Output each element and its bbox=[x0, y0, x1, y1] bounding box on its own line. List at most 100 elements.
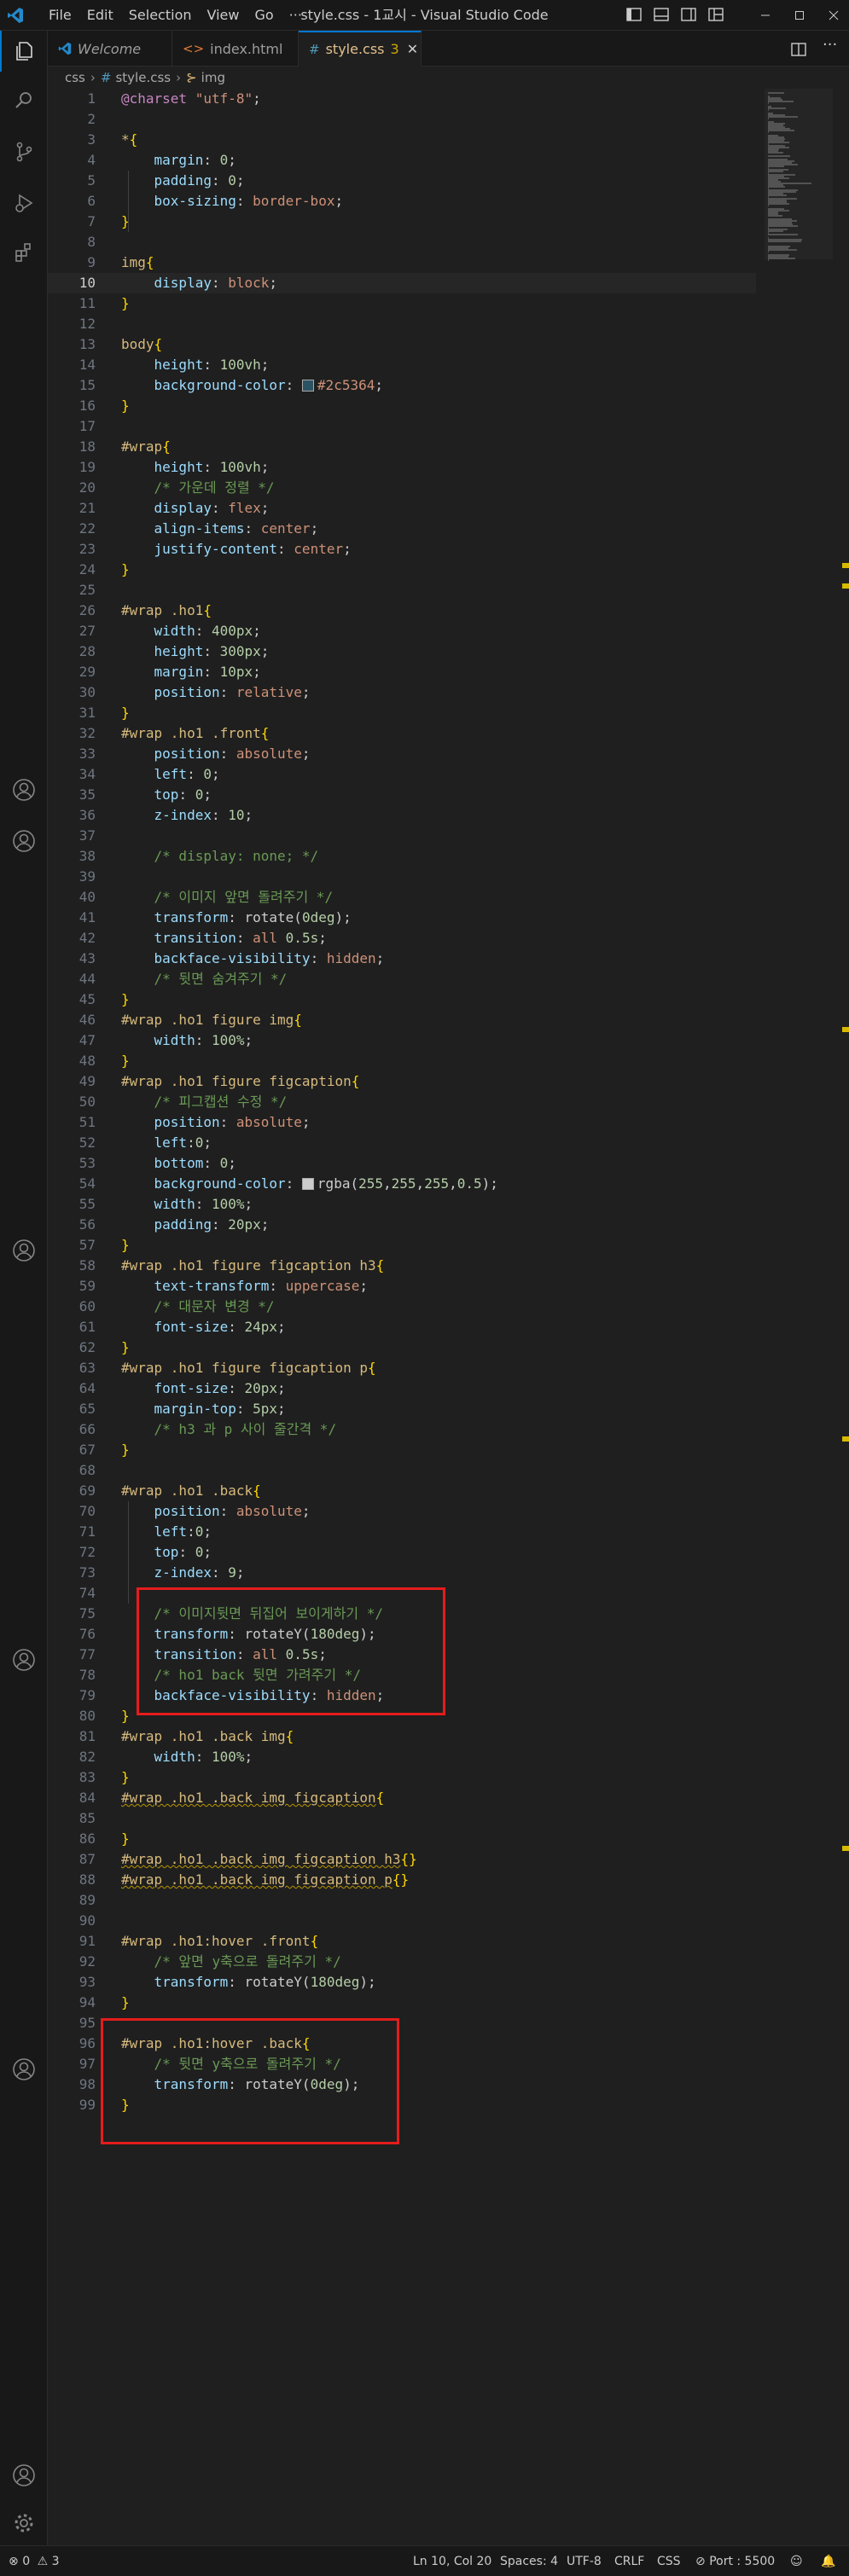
tab-welcome[interactable]: Welcome bbox=[48, 31, 172, 67]
code-line[interactable]: 72 top: 0; bbox=[48, 1542, 756, 1563]
code-line[interactable]: 28 height: 300px; bbox=[48, 641, 756, 662]
code-line[interactable]: 27 width: 400px; bbox=[48, 621, 756, 641]
tab-style-css[interactable]: # style.css 3 ✕ bbox=[299, 31, 422, 67]
bell-icon[interactable]: 🔔 bbox=[821, 2546, 835, 2576]
code-line[interactable]: 19 height: 100vh; bbox=[48, 457, 756, 478]
customize-layout-icon[interactable] bbox=[707, 5, 725, 24]
code-line[interactable]: 24} bbox=[48, 560, 756, 580]
tab-index-html[interactable]: <> index.html bbox=[172, 31, 299, 67]
code-line[interactable]: 22 align-items: center; bbox=[48, 519, 756, 539]
account-button-4[interactable] bbox=[0, 1639, 48, 1680]
code-line[interactable]: 52 left:0; bbox=[48, 1133, 756, 1153]
code-line[interactable]: 81 #wrap .ho1 .back img{ bbox=[48, 1726, 756, 1747]
menu-more[interactable]: ··· bbox=[282, 0, 310, 31]
code-line[interactable]: 8 bbox=[48, 232, 756, 252]
code-line[interactable]: 12 bbox=[48, 314, 756, 334]
code-line[interactable]: 3 *{ bbox=[48, 130, 756, 150]
code-editor[interactable]: 1 @charset "utf-8"; 2 3 *{4 margin: 0; 5 padd… bbox=[48, 89, 849, 2545]
account-button-5[interactable] bbox=[0, 2049, 48, 2090]
language-mode[interactable]: CSS bbox=[657, 2546, 681, 2576]
eol-status[interactable]: CRLF bbox=[614, 2546, 644, 2576]
cursor-position[interactable]: Ln 10, Col 20 bbox=[413, 2546, 491, 2576]
manage-button[interactable] bbox=[0, 2503, 48, 2544]
code-line[interactable]: 25 bbox=[48, 580, 756, 600]
code-line[interactable]: 47 width: 100%; bbox=[48, 1030, 756, 1051]
code-line[interactable]: 61 font-size: 24px; bbox=[48, 1317, 756, 1337]
code-line[interactable]: 60 /* 대문자 변경 */ bbox=[48, 1297, 756, 1317]
extensions-button[interactable] bbox=[0, 232, 48, 273]
problems-status[interactable]: ⊗ 0 ⚠ 3 bbox=[9, 2546, 60, 2576]
code-line[interactable]: 33 position: absolute; bbox=[48, 744, 756, 764]
minimize-button[interactable] bbox=[748, 0, 782, 31]
code-line[interactable]: 39 bbox=[48, 867, 756, 887]
breadcrumb-folder[interactable]: css bbox=[65, 70, 85, 85]
menu-selection[interactable]: Selection bbox=[121, 0, 200, 31]
code-line[interactable]: 37 bbox=[48, 826, 756, 846]
code-line[interactable]: 2 bbox=[48, 109, 756, 130]
code-line[interactable]: 4 margin: 0; bbox=[48, 150, 756, 171]
code-line[interactable]: 68 bbox=[48, 1460, 756, 1481]
color-swatch[interactable] bbox=[301, 380, 314, 392]
code-line[interactable]: 38 /* display: none; */ bbox=[48, 846, 756, 867]
code-line[interactable]: 10 display: block; bbox=[48, 273, 756, 293]
menu-file[interactable]: File bbox=[41, 0, 79, 31]
code-line[interactable]: 18 #wrap{ bbox=[48, 437, 756, 457]
account-button-3[interactable] bbox=[0, 1230, 48, 1271]
account-button-2[interactable] bbox=[0, 821, 48, 862]
code-line[interactable]: 16} bbox=[48, 396, 756, 416]
code-line[interactable]: 83} bbox=[48, 1767, 756, 1788]
code-line[interactable]: 91 #wrap .ho1:hover .front{ bbox=[48, 1931, 756, 1952]
code-line[interactable]: 23 justify-content: center; bbox=[48, 539, 756, 560]
menu-view[interactable]: View bbox=[200, 0, 247, 31]
code-line[interactable]: 59 text-transform: uppercase; bbox=[48, 1276, 756, 1297]
code-line[interactable]: 49 #wrap .ho1 figure figcaption{ bbox=[48, 1071, 756, 1092]
code-line[interactable]: 13 body{ bbox=[48, 334, 756, 355]
code-line[interactable]: 1 @charset "utf-8"; bbox=[48, 89, 756, 109]
code-line[interactable]: 34 left: 0; bbox=[48, 764, 756, 785]
code-line[interactable]: 63 #wrap .ho1 figure figcaption p{ bbox=[48, 1358, 756, 1378]
code-line[interactable]: 70 position: absolute; bbox=[48, 1501, 756, 1522]
code-line[interactable]: 46 #wrap .ho1 figure img{ bbox=[48, 1010, 756, 1030]
code-line[interactable]: 57} bbox=[48, 1235, 756, 1256]
source-control-button[interactable] bbox=[0, 131, 48, 172]
code-line[interactable]: 40 /* 이미지 앞면 돌려주기 */ bbox=[48, 887, 756, 908]
code-line[interactable]: 55 width: 100%; bbox=[48, 1194, 756, 1215]
breadcrumb-file[interactable]: style.css bbox=[115, 70, 171, 85]
code-line[interactable]: 89 bbox=[48, 1890, 756, 1911]
code-line[interactable]: 45} bbox=[48, 989, 756, 1010]
code-line[interactable]: 56 padding: 20px; bbox=[48, 1215, 756, 1235]
code-line[interactable]: 15 background-color: #2c5364; bbox=[48, 375, 756, 396]
code-line[interactable]: 30 position: relative; bbox=[48, 682, 756, 703]
breadcrumb-symbol[interactable]: img bbox=[201, 70, 225, 85]
code-line[interactable]: 14 height: 100vh; bbox=[48, 355, 756, 375]
code-line[interactable]: 82 width: 100%; bbox=[48, 1747, 756, 1767]
code-line[interactable]: 66 /* h3 과 p 사이 줄간격 */ bbox=[48, 1419, 756, 1440]
code-line[interactable]: 85 bbox=[48, 1808, 756, 1829]
code-line[interactable]: 84 #wrap .ho1 .back img figcaption{ bbox=[48, 1788, 756, 1808]
code-line[interactable]: 90 bbox=[48, 1911, 756, 1931]
code-line[interactable]: 73 z-index: 9; bbox=[48, 1563, 756, 1583]
code-line[interactable]: 26 #wrap .ho1{ bbox=[48, 600, 756, 621]
color-swatch[interactable] bbox=[301, 1178, 314, 1190]
vertical-scrollbar[interactable] bbox=[837, 89, 849, 2545]
code-line[interactable]: 11} bbox=[48, 293, 756, 314]
code-line[interactable]: 58 #wrap .ho1 figure figcaption h3{ bbox=[48, 1256, 756, 1276]
code-line[interactable]: 65 margin-top: 5px; bbox=[48, 1399, 756, 1419]
code-line[interactable]: 36 z-index: 10; bbox=[48, 805, 756, 826]
code-line[interactable]: 31} bbox=[48, 703, 756, 723]
code-line[interactable]: 86} bbox=[48, 1829, 756, 1849]
indentation-status[interactable]: Spaces: 4 bbox=[500, 2546, 558, 2576]
more-actions-icon[interactable]: ··· bbox=[823, 36, 837, 54]
code-line[interactable]: 50 /* 피그캡션 수정 */ bbox=[48, 1092, 756, 1112]
run-debug-button[interactable] bbox=[0, 183, 48, 223]
code-line[interactable]: 71 left:0; bbox=[48, 1522, 756, 1542]
code-line[interactable]: 35 top: 0; bbox=[48, 785, 756, 805]
feedback-icon[interactable]: ☺ bbox=[790, 2546, 803, 2576]
code-line[interactable]: 67} bbox=[48, 1440, 756, 1460]
toggle-panel-icon[interactable] bbox=[652, 5, 671, 24]
menu-edit[interactable]: Edit bbox=[79, 0, 121, 31]
code-line[interactable]: 44 /* 뒷면 숨겨주기 */ bbox=[48, 969, 756, 989]
code-line[interactable]: 62} bbox=[48, 1337, 756, 1358]
code-line[interactable]: 41 transform: rotate(0deg); bbox=[48, 908, 756, 928]
code-line[interactable]: 6 box-sizing: border-box; bbox=[48, 191, 756, 212]
